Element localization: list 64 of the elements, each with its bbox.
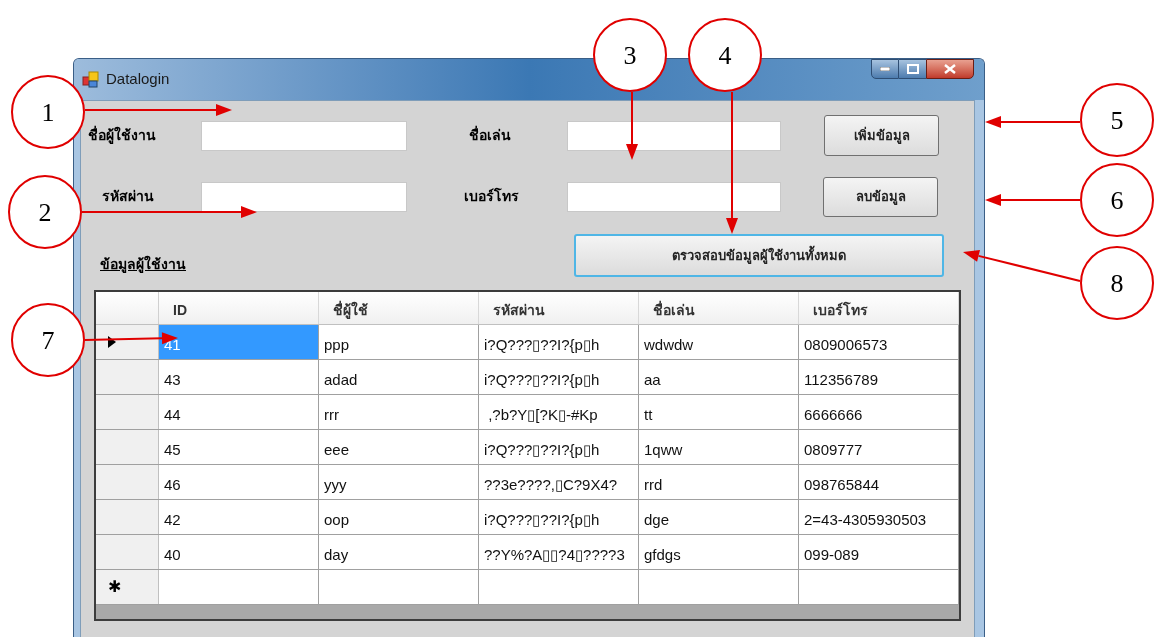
table-cell[interactable]: ppp	[319, 325, 479, 359]
close-icon	[944, 64, 956, 74]
table-cell[interactable]: 46	[159, 465, 319, 499]
table-cell[interactable]: i?Q???▯??I?{p▯h	[479, 430, 639, 464]
column-header[interactable]: ID	[159, 292, 319, 324]
app-icon	[82, 70, 100, 89]
table-cell[interactable]: 0809777	[799, 430, 959, 464]
input-field[interactable]	[201, 181, 407, 212]
field-label: ชื่อผู้ใช้งาน	[87, 125, 157, 146]
column-header[interactable]: รหัสผ่าน	[479, 292, 639, 324]
field-label: ชื่อเล่น	[468, 125, 512, 145]
input-field[interactable]	[567, 120, 781, 151]
table-cell[interactable]: 1qww	[639, 430, 799, 464]
row-header[interactable]: ✱	[96, 570, 159, 604]
table-cell[interactable]: 099-089	[799, 535, 959, 569]
minimize-button[interactable]	[871, 59, 899, 79]
table-cell[interactable]: i?Q???▯??I?{p▯h	[479, 325, 639, 359]
table-cell[interactable]: 42	[159, 500, 319, 534]
maximize-icon	[906, 64, 919, 74]
table-cell[interactable]: i?Q???▯??I?{p▯h	[479, 500, 639, 534]
table-cell[interactable]: rrr	[319, 395, 479, 429]
table-cell[interactable]: 44	[159, 395, 319, 429]
table-cell[interactable]: ??Y%?A▯▯?4▯????3	[479, 535, 639, 569]
column-header[interactable]: ชื่ผู้ใช้	[319, 292, 479, 324]
current-row-icon	[108, 336, 116, 348]
action-button[interactable]: ตรวจสอบข้อมูลผู้ใช้งานทั้งหมด	[574, 234, 944, 277]
table-cell[interactable]: 43	[159, 360, 319, 394]
row-header[interactable]	[96, 325, 159, 359]
table-cell[interactable]: rrd	[639, 465, 799, 499]
table-cell[interactable]: 0809006573	[799, 325, 959, 359]
table-cell[interactable]: aa	[639, 360, 799, 394]
field-label: รหัสผ่าน	[101, 187, 155, 206]
table-cell[interactable]: ??3e????,▯C?9X4?	[479, 465, 639, 499]
table-cell[interactable]: ,?b?Y▯[?K▯-#Kp	[479, 395, 639, 429]
table-cell[interactable]: i?Q???▯??I?{p▯h	[479, 360, 639, 394]
table-cell[interactable]: tt	[639, 395, 799, 429]
window-title: Datalogin	[106, 69, 170, 90]
action-button[interactable]: เพิ่มข้อมูล	[824, 115, 939, 156]
table-cell[interactable]: oop	[319, 500, 479, 534]
table-cell[interactable]: 45	[159, 430, 319, 464]
table-cell[interactable]: day	[319, 535, 479, 569]
table-cell[interactable]: 2=43-4305930503	[799, 500, 959, 534]
table-cell[interactable]: adad	[319, 360, 479, 394]
table-cell[interactable]: 40	[159, 535, 319, 569]
maximize-button[interactable]	[899, 59, 926, 79]
column-header[interactable]: ชื่อเล่น	[639, 292, 799, 324]
section-label: ข้อมูลผู้ใช้งาน	[99, 254, 187, 275]
annotation-arrow	[626, 91, 638, 160]
table-cell[interactable]: eee	[319, 430, 479, 464]
table-cell[interactable]: 6666666	[799, 395, 959, 429]
input-field[interactable]	[567, 181, 781, 212]
table-cell[interactable]: 112356789	[799, 360, 959, 394]
input-field[interactable]	[201, 120, 407, 151]
action-button[interactable]: ลบข้อมูล	[823, 176, 938, 217]
minimize-icon	[880, 67, 890, 71]
field-label: เบอร์โทร	[463, 186, 520, 206]
column-header[interactable]: เบอร์โทร	[799, 292, 959, 324]
table-cell[interactable]: yyy	[319, 465, 479, 499]
close-button[interactable]	[926, 59, 974, 79]
table-cell[interactable]: wdwdw	[639, 325, 799, 359]
table-cell[interactable]: gfdgs	[639, 535, 799, 569]
table-cell[interactable]: dge	[639, 500, 799, 534]
table-cell[interactable]: 098765844	[799, 465, 959, 499]
new-row-marker: ✱	[108, 577, 121, 597]
